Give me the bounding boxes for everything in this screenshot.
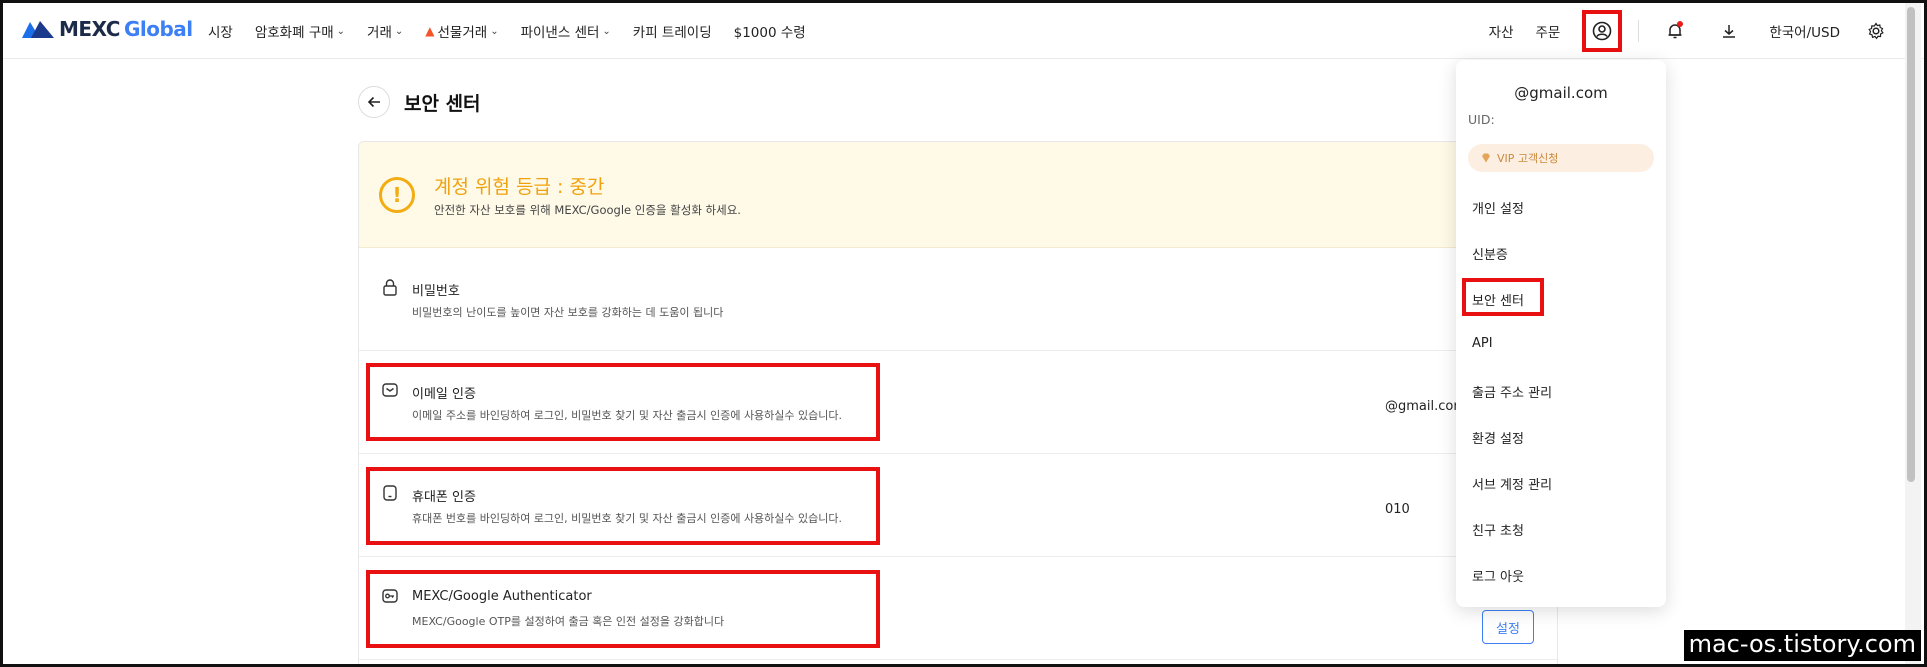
page-scrollbar[interactable] (1905, 3, 1921, 664)
menu-withdraw-address[interactable]: 출금 주소 관리 (1472, 382, 1552, 401)
download-icon (1723, 25, 1736, 38)
watermark: mac-os.tistory.com (1683, 630, 1921, 661)
menu-logout[interactable]: 로그 아웃 (1472, 566, 1524, 585)
nav-market-label: 시장 (208, 25, 233, 41)
browser-frame: MEXC Global 시장 암호화폐 구매 ⌄ 거래 ⌄ ▲ 선물거래 ⌄ 파이낸스 … (0, 0, 1927, 667)
main-menu: 시장 암호화폐 구매 ⌄ 거래 ⌄ ▲ 선물거래 ⌄ 파이낸스 센터 ⌄ 카피 트레이딩 … (208, 21, 806, 41)
menu-api[interactable]: API (1472, 336, 1493, 351)
phone-row-highlight (366, 467, 880, 545)
google-row-highlight (366, 570, 880, 648)
arrow-left-icon (367, 96, 380, 108)
gear-icon (1868, 22, 1884, 40)
nav-copy-trading-label: 카피 트레이딩 (632, 25, 712, 41)
risk-level-title: 계정 위험 등급 : 중간 (434, 176, 605, 198)
back-button[interactable] (358, 86, 390, 118)
language-currency-selector[interactable]: 한국어/USD (1769, 21, 1840, 41)
top-navigation: MEXC Global 시장 암호화폐 구매 ⌄ 거래 ⌄ ▲ 선물거래 ⌄ 파이낸스 … (3, 3, 1924, 59)
account-uid: UID: (1468, 112, 1495, 127)
menu-personal-settings[interactable]: 개인 설정 (1472, 198, 1524, 217)
password-row: 비밀번호 비밀번호의 난이도를 높이면 자산 보호를 강화하는 데 도움이 됩니… (359, 248, 1557, 351)
brand-name-global: Global (123, 17, 193, 41)
vip-apply-button[interactable]: VIP 고객신청 (1468, 144, 1654, 172)
download-button[interactable] (1711, 13, 1747, 49)
menu-preferences[interactable]: 환경 설정 (1472, 428, 1524, 447)
warning-icon: ! (379, 177, 415, 213)
chevron-down-icon: ⌄ (336, 25, 346, 37)
nav-trade-label: 거래 (367, 25, 392, 41)
menu-invite-friends[interactable]: 친구 초청 (1472, 520, 1524, 539)
password-desc: 비밀번호의 난이도를 높이면 자산 보호를 강화하는 데 도움이 됩니다 (412, 306, 724, 319)
nav-reward-label: $1000 수령 (733, 25, 806, 41)
nav-1000-reward[interactable]: $1000 수령 (734, 21, 806, 41)
risk-warning-banner: ! 계정 위험 등급 : 중간 안전한 자산 보호를 위해 MEXC/Googl… (359, 142, 1557, 248)
page-header: 보안 센터 (358, 86, 481, 118)
nav-futures[interactable]: ▲ 선물거래 ⌄ (425, 21, 498, 41)
security-center-highlight (1462, 278, 1544, 316)
email-value: @gmail.com (1385, 399, 1467, 414)
page-title: 보안 센터 (404, 92, 481, 115)
google-auth-set-button[interactable]: 설정 (1482, 610, 1534, 644)
diamond-icon (1482, 153, 1490, 163)
menu-identity[interactable]: 신분증 (1472, 244, 1508, 263)
account-email: @gmail.com (1514, 84, 1608, 102)
lock-icon (383, 279, 397, 296)
nav-orders[interactable]: 주문 (1536, 21, 1561, 41)
chevron-down-icon: ⌄ (602, 25, 611, 37)
nav-buy-crypto-label: 암호화폐 구매 (254, 25, 334, 41)
nav-right-group: 자산 주문 한국어/USD (1467, 10, 1894, 52)
brand-name-mexc: MEXC (59, 17, 120, 41)
fire-icon: ▲ (425, 24, 435, 38)
nav-buy-crypto[interactable]: 암호화폐 구매 ⌄ (255, 21, 345, 41)
user-icon (1593, 21, 1612, 41)
menu-sub-accounts[interactable]: 서브 계정 관리 (1472, 474, 1552, 493)
scrollbar-thumb[interactable] (1907, 7, 1915, 482)
nav-finance-label: 파이낸스 센터 (520, 25, 600, 41)
nav-market[interactable]: 시장 (208, 21, 233, 41)
chevron-down-icon: ⌄ (490, 25, 499, 37)
nav-futures-label: 선물거래 (437, 25, 488, 41)
chevron-down-icon: ⌄ (394, 25, 404, 37)
nav-divider (1638, 20, 1640, 42)
vip-apply-label: VIP 고객신청 (1497, 152, 1559, 165)
mexc-logo-icon (22, 21, 54, 38)
mexc-logo[interactable]: MEXC Global (21, 17, 193, 41)
nav-copy-trading[interactable]: 카피 트레이딩 (633, 21, 712, 41)
nav-assets[interactable]: 자산 (1489, 21, 1514, 41)
notification-button[interactable] (1657, 13, 1693, 49)
risk-level-desc: 안전한 자산 보호를 위해 MEXC/Google 인증을 활성화 하세요. (434, 203, 741, 217)
nav-trade[interactable]: 거래 ⌄ (367, 21, 403, 41)
account-dropdown-menu: @gmail.com UID: VIP 고객신청 개인 설정 신분증 보안 센터… (1456, 60, 1666, 607)
email-row-highlight (366, 363, 880, 441)
password-title: 비밀번호 (412, 284, 460, 299)
settings-button[interactable] (1858, 13, 1894, 49)
nav-finance-center[interactable]: 파이낸스 센터 ⌄ (521, 21, 611, 41)
user-account-button[interactable] (1582, 10, 1623, 52)
phone-value: 010 (1385, 502, 1410, 517)
